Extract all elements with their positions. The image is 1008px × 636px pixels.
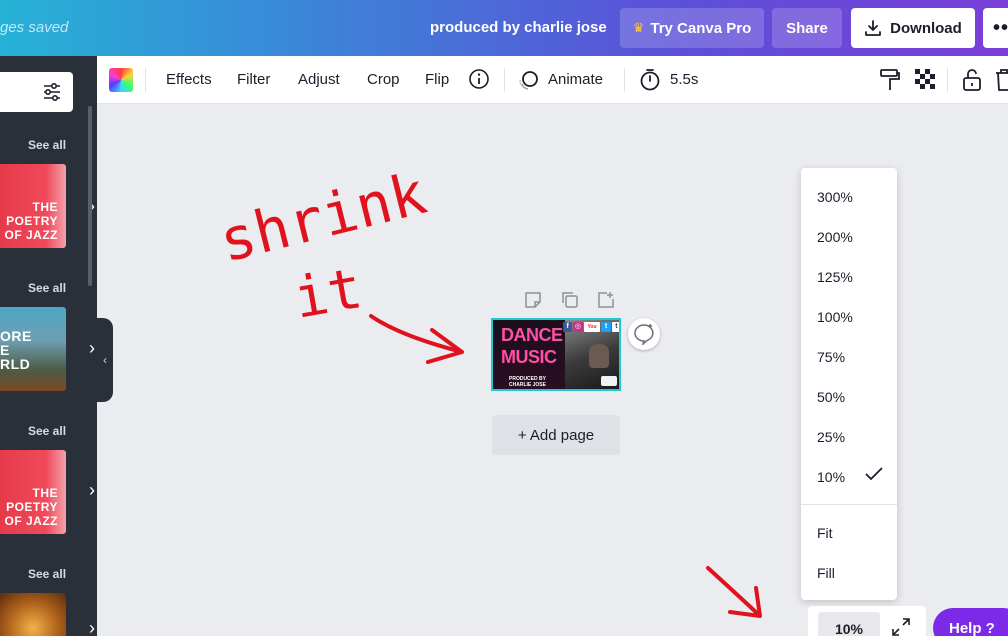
zoom-level-button[interactable]: 10% (818, 612, 880, 636)
notes-icon[interactable] (524, 291, 542, 309)
template-thumbnail-poetry-of-jazz[interactable]: THE POETRY OF JAZZ (0, 450, 66, 534)
add-comment-button[interactable] (628, 318, 660, 350)
zoom-option-200[interactable]: 200% (817, 229, 853, 245)
see-all-link[interactable]: See all (28, 567, 66, 581)
download-label: Download (890, 19, 962, 37)
design-page-thumbnail[interactable]: DANCE MUSIC PRODUCED BY CHARLIE JOSE f ◎… (491, 318, 621, 391)
zoom-control-bar: 10% (808, 606, 926, 636)
animate-button[interactable]: Animate (548, 71, 603, 88)
save-status-text: ges saved (0, 19, 69, 36)
zoom-option-75[interactable]: 75% (817, 349, 845, 365)
zoom-option-50[interactable]: 50% (817, 389, 845, 405)
color-picker-swatch[interactable] (109, 68, 133, 92)
checkmark-icon (865, 467, 883, 481)
zoom-dropdown-menu: 300% 200% 125% 100% 75% 50% 25% 10% Fit … (801, 168, 897, 600)
download-button[interactable]: Download (851, 8, 975, 48)
duplicate-page-icon[interactable] (561, 291, 579, 309)
help-button[interactable]: Help ? (933, 608, 1008, 636)
add-page-icon[interactable] (597, 291, 615, 309)
zoom-option-125[interactable]: 125% (817, 269, 853, 285)
see-all-link[interactable]: See all (28, 281, 66, 295)
comment-plus-icon (634, 324, 654, 345)
toolbar-divider (145, 68, 146, 92)
toolbar-divider (624, 68, 625, 92)
paint-roller-icon[interactable] (879, 68, 901, 92)
toolbar-divider (504, 68, 505, 92)
fullscreen-icon[interactable] (892, 618, 910, 636)
crown-icon: ♛ (632, 20, 645, 35)
side-panel-scrollbar[interactable] (88, 106, 92, 286)
templates-side-panel: See all THE POETRY OF JAZZ › See all ORE… (0, 56, 97, 636)
annotation-shrink-text: shrink (213, 159, 433, 276)
annotation-arrow-to-design (369, 314, 464, 364)
see-all-link[interactable]: See all (28, 138, 66, 152)
design-person-photo (589, 344, 609, 368)
design-title: DANCE MUSIC (501, 325, 563, 367)
try-canva-pro-button[interactable]: ♛ Try Canva Pro (620, 8, 764, 48)
chevron-left-icon: ‹ (103, 353, 107, 367)
download-icon (865, 20, 882, 36)
crop-button[interactable]: Crop (367, 71, 400, 88)
twitter-icon: t (601, 322, 611, 332)
template-thumbnail-food[interactable] (0, 593, 66, 636)
design-subtitle: PRODUCED BY CHARLIE JOSE (509, 376, 546, 388)
design-social-icons: f ◎ You t t (563, 322, 619, 332)
see-all-link[interactable]: See all (28, 424, 66, 438)
document-title[interactable]: produced by charlie jose (430, 19, 607, 36)
tumblr-icon: t (611, 322, 619, 332)
annotation-arrow-to-zoom (706, 566, 762, 618)
collapse-panel-button[interactable]: ‹ (97, 318, 113, 402)
adjust-button[interactable]: Adjust (298, 71, 340, 88)
effects-button[interactable]: Effects (166, 71, 212, 88)
annotation-it-text: it (289, 256, 367, 332)
instagram-icon: ◎ (573, 322, 583, 332)
design-logo-badge (601, 376, 617, 386)
filter-button[interactable]: Filter (237, 71, 270, 88)
top-header-bar: ges saved produced by charlie jose ♛ Try… (0, 0, 1008, 56)
chevron-right-icon[interactable]: › (89, 618, 95, 636)
template-search-input[interactable] (0, 72, 73, 112)
zoom-option-100[interactable]: 100% (817, 309, 853, 325)
thumbnail-text: ORE E RLD (0, 328, 32, 372)
youtube-icon: You (583, 322, 601, 332)
trash-icon[interactable] (995, 68, 1008, 92)
add-page-button[interactable]: + Add page (492, 415, 620, 455)
editor-toolbar: Effects Filter Adjust Crop Flip Animate … (97, 56, 1008, 104)
menu-divider (801, 504, 897, 505)
thumbnail-text: THE POETRY OF JAZZ (4, 200, 58, 242)
thumbnail-text: THE POETRY OF JAZZ (4, 486, 58, 528)
template-thumbnail-poetry-of-jazz[interactable]: THE POETRY OF JAZZ (0, 164, 66, 248)
zoom-option-fit[interactable]: Fit (817, 525, 833, 541)
duration-value[interactable]: 5.5s (670, 71, 698, 88)
toolbar-divider (947, 68, 948, 92)
try-canva-pro-label: Try Canva Pro (650, 19, 752, 37)
template-thumbnail-explore-world[interactable]: ORE E RLD (0, 307, 66, 391)
zoom-option-10[interactable]: 10% (817, 469, 845, 485)
design-left-panel: DANCE MUSIC PRODUCED BY CHARLIE JOSE (493, 320, 565, 389)
zoom-option-300[interactable]: 300% (817, 189, 853, 205)
flip-button[interactable]: Flip (425, 71, 449, 88)
share-button[interactable]: Share (772, 8, 842, 48)
facebook-icon: f (563, 322, 573, 332)
timer-icon[interactable] (639, 68, 661, 92)
chevron-right-icon[interactable]: › (89, 338, 95, 359)
unlock-icon[interactable] (962, 68, 982, 92)
zoom-option-fill[interactable]: Fill (817, 565, 835, 581)
more-options-button[interactable]: ••• (983, 8, 1008, 48)
transparency-icon[interactable] (914, 68, 936, 90)
chevron-right-icon[interactable]: › (89, 480, 95, 501)
animate-icon[interactable] (517, 68, 541, 92)
filter-sliders-icon[interactable] (42, 82, 62, 102)
info-icon[interactable] (468, 68, 490, 90)
zoom-option-25[interactable]: 25% (817, 429, 845, 445)
